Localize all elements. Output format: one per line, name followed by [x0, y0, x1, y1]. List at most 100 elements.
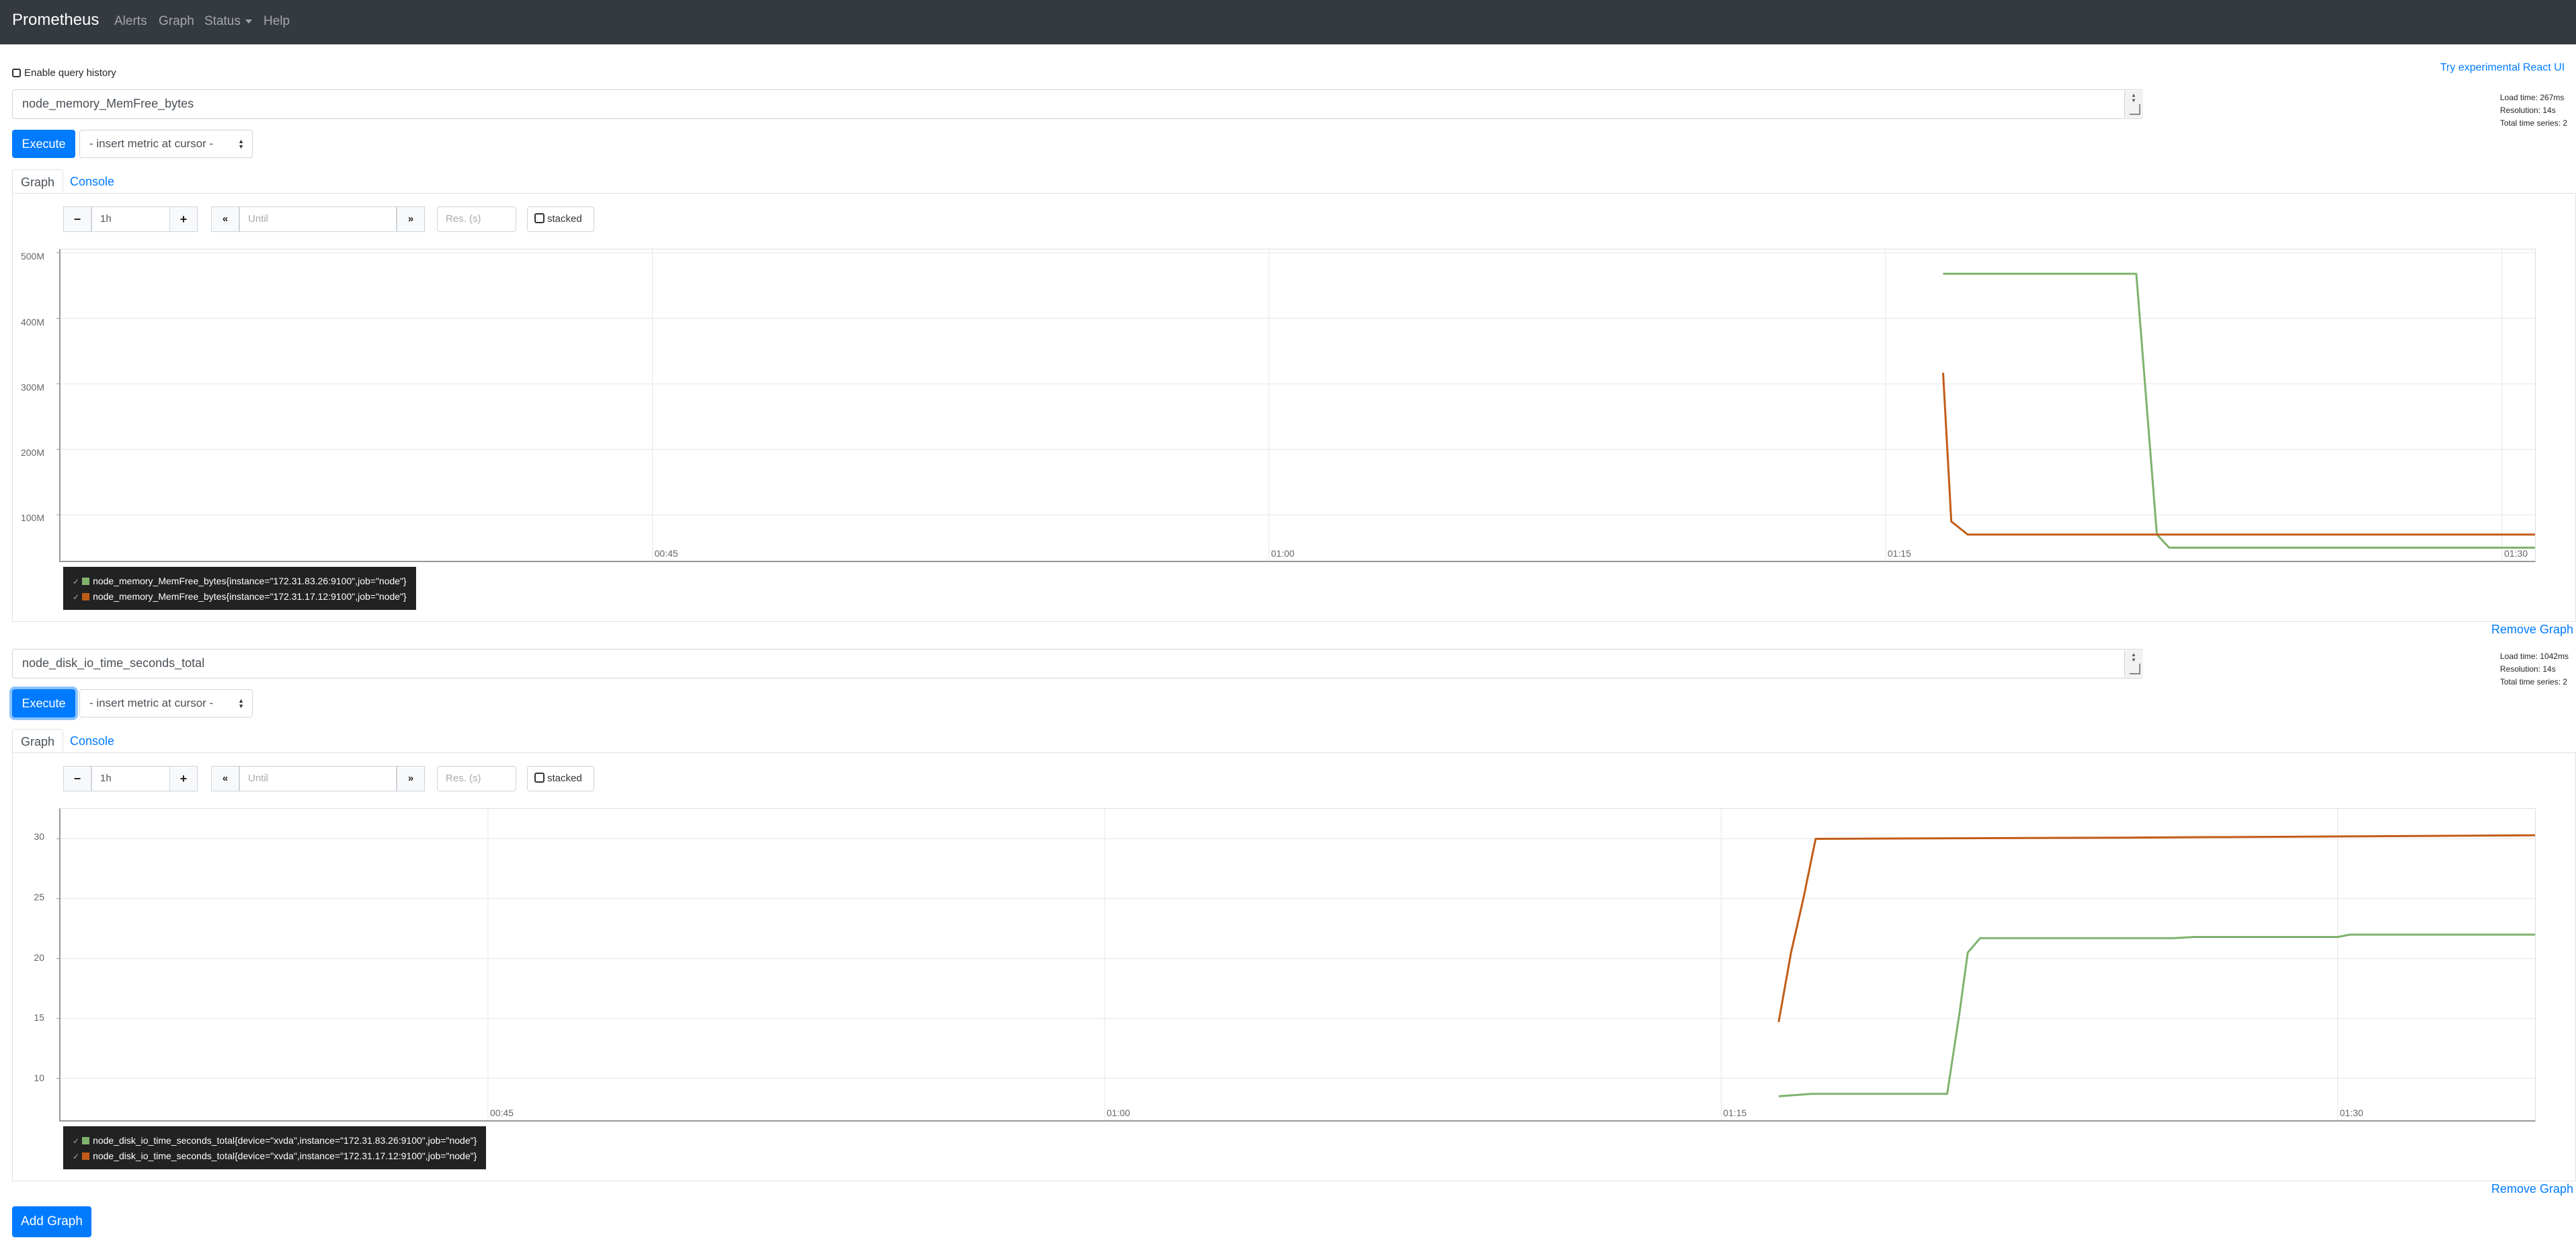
- total-series: Total time series: 2: [2500, 118, 2568, 128]
- end-back-icon[interactable]: «: [211, 766, 239, 791]
- load-time: Load time: 267ms: [2500, 93, 2565, 102]
- legend-label: node_disk_io_time_seconds_total{device="…: [93, 1150, 477, 1161]
- y-tick-label: 100M: [20, 512, 44, 523]
- stacked-label: stacked: [547, 773, 582, 784]
- check-icon: ✓: [73, 1152, 80, 1161]
- y-tick-label: 400M: [20, 317, 44, 327]
- select-arrows-icon: ▲ ▼: [238, 138, 244, 150]
- y-tick-label: 25: [34, 892, 44, 902]
- range-decrease-button[interactable]: −: [63, 206, 91, 232]
- chevron-down-icon: [245, 19, 252, 24]
- query-stats: Load time: 267ms Resolution: 14s Total t…: [2500, 91, 2567, 130]
- y-tick-label: 30: [34, 831, 44, 842]
- nav-status-label: Status: [204, 14, 241, 28]
- legend-label: node_disk_io_time_seconds_total{device="…: [93, 1135, 477, 1146]
- y-tick-label: 500M: [20, 251, 44, 262]
- y-tick-label: 200M: [20, 447, 44, 458]
- insert-metric-label: - insert metric at cursor -: [89, 697, 214, 709]
- query-history-checkbox[interactable]: [12, 69, 21, 77]
- remove-graph-link[interactable]: Remove Graph: [2491, 1182, 2573, 1196]
- end-back-icon[interactable]: «: [211, 206, 239, 232]
- until-input[interactable]: Until: [239, 206, 397, 232]
- x-tick-label: 00:45: [490, 1107, 514, 1118]
- x-tick-label: 01:30: [2504, 548, 2528, 559]
- chart-legend: ✓ node_memory_MemFree_bytes{instance="172…: [63, 567, 416, 610]
- chart-plot-area: 00:45 01:00 01:15 01:30: [56, 809, 2536, 1120]
- resolution-input[interactable]: Res. (s): [437, 206, 516, 232]
- range-increase-button[interactable]: +: [169, 766, 198, 791]
- time-series-chart[interactable]: 00:45 01:00 01:15 01:30: [56, 808, 2536, 1122]
- check-icon: ✓: [73, 1136, 80, 1146]
- check-icon: ✓: [73, 577, 80, 586]
- nav-alerts[interactable]: Alerts: [114, 14, 147, 29]
- nav-help[interactable]: Help: [264, 14, 290, 29]
- nav-status-dropdown[interactable]: Status: [204, 14, 252, 29]
- range-decrease-button[interactable]: −: [63, 766, 91, 791]
- y-tick-label: 10: [34, 1072, 44, 1083]
- x-tick-label: 01:00: [1271, 548, 1295, 559]
- range-input[interactable]: 1h: [91, 206, 171, 232]
- legend-label: node_memory_MemFree_bytes{instance="172.…: [93, 591, 407, 602]
- expression-input[interactable]: node_disk_io_time_seconds_total: [12, 649, 2143, 678]
- brand-logo[interactable]: Prometheus: [12, 11, 99, 30]
- x-tick-label: 01:30: [2339, 1107, 2363, 1118]
- y-tick-label: 300M: [20, 382, 44, 393]
- tab-graph[interactable]: Graph: [12, 169, 64, 196]
- time-series-chart[interactable]: 00:45 01:00 01:15 01:30: [56, 249, 2536, 562]
- legend-item[interactable]: ✓ node_memory_MemFree_bytes{instance="172…: [73, 574, 407, 589]
- end-forward-icon[interactable]: »: [397, 206, 425, 232]
- nav-graph[interactable]: Graph: [159, 14, 194, 29]
- legend-label: node_memory_MemFree_bytes{instance="172.…: [93, 576, 407, 586]
- until-input[interactable]: Until: [239, 766, 397, 791]
- total-series: Total time series: 2: [2500, 677, 2568, 687]
- add-graph-button[interactable]: Add Graph: [12, 1206, 91, 1237]
- resolution: Resolution: 14s: [2500, 106, 2556, 115]
- tab-console[interactable]: Console: [62, 169, 122, 194]
- y-axis: 500M 400M 300M 200M 100M: [0, 242, 59, 565]
- stacked-checkbox: [534, 213, 545, 223]
- query-stats: Load time: 1042ms Resolution: 14s Total …: [2500, 650, 2569, 689]
- chart-plot-area: 00:45 01:00 01:15 01:30: [56, 249, 2536, 561]
- y-tick-label: 20: [34, 952, 44, 963]
- end-forward-icon[interactable]: »: [397, 766, 425, 791]
- x-tick-label: 01:15: [1723, 1107, 1746, 1118]
- expression-input[interactable]: node_memory_MemFree_bytes: [12, 89, 2143, 119]
- resolution-input[interactable]: Res. (s): [437, 766, 516, 791]
- legend-swatch: [82, 1153, 90, 1160]
- y-tick-label: 15: [34, 1012, 44, 1023]
- navbar: Prometheus Alerts Graph Status Help: [0, 0, 2576, 44]
- series-line[interactable]: [1943, 272, 2536, 549]
- experimental-ui-link[interactable]: Try experimental React UI: [2440, 62, 2565, 74]
- legend-swatch: [82, 578, 90, 585]
- load-time: Load time: 1042ms: [2500, 652, 2569, 661]
- y-axis: 30 25 20 15 10: [0, 802, 59, 1124]
- legend-item[interactable]: ✓ node_disk_io_time_seconds_total{device=…: [73, 1133, 477, 1148]
- legend-item[interactable]: ✓ node_memory_MemFree_bytes{instance="172…: [73, 589, 407, 604]
- range-input[interactable]: 1h: [91, 766, 171, 791]
- stacked-toggle[interactable]: stacked: [527, 206, 594, 232]
- x-tick-label: 01:15: [1888, 548, 1911, 559]
- tab-console[interactable]: Console: [62, 729, 122, 754]
- insert-metric-select[interactable]: - insert metric at cursor - ▲ ▼: [79, 689, 253, 717]
- remove-graph-link[interactable]: Remove Graph: [2491, 623, 2573, 637]
- execute-button[interactable]: Execute: [12, 130, 75, 158]
- select-arrows-icon: ▲ ▼: [238, 697, 244, 709]
- legend-item[interactable]: ✓ node_disk_io_time_seconds_total{device=…: [73, 1148, 477, 1164]
- stacked-toggle[interactable]: stacked: [527, 766, 594, 791]
- stacked-label: stacked: [547, 213, 582, 225]
- legend-swatch: [82, 1137, 90, 1144]
- resize-handle-icon[interactable]: ▲ ▼: [2124, 91, 2143, 118]
- range-increase-button[interactable]: +: [169, 206, 198, 232]
- resolution: Resolution: 14s: [2500, 664, 2556, 674]
- chart-legend: ✓ node_disk_io_time_seconds_total{device=…: [63, 1126, 487, 1169]
- insert-metric-label: - insert metric at cursor -: [89, 137, 214, 150]
- x-tick-label: 00:45: [655, 548, 678, 559]
- series-line[interactable]: [1942, 373, 2536, 536]
- series-line[interactable]: [1777, 834, 2536, 1023]
- stacked-checkbox: [534, 773, 545, 783]
- resize-handle-icon[interactable]: ▲ ▼: [2124, 650, 2143, 677]
- execute-button[interactable]: Execute: [12, 689, 75, 717]
- tab-graph[interactable]: Graph: [12, 729, 64, 755]
- insert-metric-select[interactable]: - insert metric at cursor - ▲ ▼: [79, 130, 253, 158]
- query-history-label: Enable query history: [24, 67, 116, 79]
